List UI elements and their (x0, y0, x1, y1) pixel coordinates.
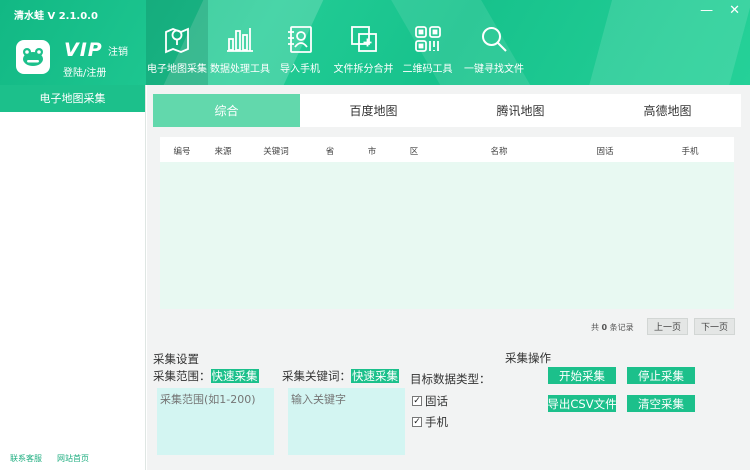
column-header[interactable]: 省 (326, 145, 335, 157)
keyword-label-row: 采集关键词：快速采集 (282, 368, 399, 384)
range-label: 采集范围： (153, 369, 211, 383)
frog-logo-icon (16, 40, 50, 74)
keyword-input[interactable] (288, 388, 405, 455)
tab-amap[interactable]: 高德地图 (594, 94, 741, 127)
sidebar-footer: 联系客服 网站首页 (10, 453, 89, 464)
operations-title: 采集操作 (505, 351, 551, 365)
checkbox-label: 固话 (425, 394, 448, 408)
tool-label: 导入手机 (280, 64, 320, 75)
main-panel: 综合 百度地图 腾讯地图 高德地图 编号 来源 关键词 省 市 区 名称 固话 … (147, 85, 750, 470)
settings-title: 采集设置 (153, 352, 199, 366)
tool-label: 一键寻找文件 (464, 64, 524, 75)
contact-card-icon (285, 0, 315, 60)
tool-find-file[interactable]: 一键寻找文件 (456, 0, 532, 85)
start-collect-button[interactable]: 开始采集 (548, 367, 616, 384)
search-icon (479, 0, 509, 60)
sidebar: 电子地图采集 联系客服 网站首页 (0, 85, 146, 470)
tab-baidu[interactable]: 百度地图 (300, 94, 447, 127)
export-csv-button[interactable]: 导出CSV文件 (547, 395, 617, 412)
app-title: 清水蛙 V 2.1.0.0 (14, 11, 98, 22)
data-type-label: 目标数据类型： (410, 372, 491, 386)
keyword-quick-collect-tag[interactable]: 快速采集 (351, 369, 399, 383)
stop-collect-button[interactable]: 停止采集 (627, 367, 695, 384)
sidebar-item-map-collect[interactable]: 电子地图采集 (0, 85, 145, 112)
checkbox-label: 手机 (425, 415, 448, 429)
column-header[interactable]: 区 (410, 145, 419, 157)
source-tabs: 综合 百度地图 腾讯地图 高德地图 (153, 94, 741, 127)
tool-qr-code[interactable]: 二维码工具 (399, 0, 456, 85)
pagination: 共 0 条记录 上一页 下一页 (587, 317, 737, 335)
next-page-button[interactable]: 下一页 (694, 318, 735, 335)
column-header[interactable]: 手机 (681, 145, 698, 157)
logout-link[interactable]: 注销 (108, 43, 128, 58)
bar-chart-icon (225, 0, 255, 60)
column-header[interactable]: 编号 (173, 145, 190, 157)
checkbox-checked-icon: ✓ (412, 417, 422, 427)
range-input[interactable] (157, 388, 274, 455)
qr-code-icon (413, 0, 443, 60)
column-header[interactable]: 关键词 (263, 145, 289, 157)
range-quick-collect-tag[interactable]: 快速采集 (210, 369, 259, 383)
type-landline-checkbox[interactable]: ✓ 固话 (412, 393, 448, 409)
column-header[interactable]: 固话 (596, 145, 613, 157)
window-controls: — ✕ (700, 3, 740, 18)
tool-label: 数据处理工具 (210, 64, 270, 75)
map-pin-icon (162, 0, 192, 60)
record-count: 共 0 条记录 (591, 323, 634, 332)
header-bar: 清水蛙 V 2.1.0.0 — ✕ VIP 注销 登陆/注册 电子地图采集 数据… (0, 0, 750, 85)
vip-badge: VIP (64, 39, 103, 61)
minimize-button[interactable]: — (700, 3, 713, 18)
range-label-row: 采集范围：快速采集 (153, 368, 259, 384)
type-mobile-checkbox[interactable]: ✓ 手机 (412, 414, 448, 430)
column-header[interactable]: 来源 (214, 145, 231, 157)
split-merge-icon (349, 0, 379, 60)
tool-import-phone[interactable]: 导入手机 (272, 0, 328, 85)
tool-data-process[interactable]: 数据处理工具 (208, 0, 272, 85)
column-header[interactable]: 市 (368, 145, 377, 157)
tool-file-split[interactable]: 文件拆分合并 (328, 0, 399, 85)
contact-support-link[interactable]: 联系客服 (10, 453, 42, 464)
main-toolbar: 电子地图采集 数据处理工具 导入手机 文件拆分合并 二维码工具 一键寻找文件 (146, 0, 532, 85)
checkbox-checked-icon: ✓ (412, 396, 422, 406)
tool-label: 电子地图采集 (147, 64, 207, 75)
website-home-link[interactable]: 网站首页 (57, 453, 89, 464)
tab-tencent[interactable]: 腾讯地图 (447, 94, 594, 127)
tool-label: 文件拆分合并 (333, 64, 394, 75)
login-register-link[interactable]: 登陆/注册 (63, 64, 106, 79)
column-header[interactable]: 名称 (490, 145, 507, 157)
results-table: 编号 来源 关键词 省 市 区 名称 固话 手机 (160, 137, 734, 309)
keyword-label: 采集关键词： (282, 369, 351, 383)
prev-page-button[interactable]: 上一页 (647, 318, 688, 335)
close-button[interactable]: ✕ (729, 3, 740, 18)
tool-label: 二维码工具 (402, 64, 453, 75)
tab-all[interactable]: 综合 (153, 94, 300, 127)
tool-map-collect[interactable]: 电子地图采集 (146, 0, 208, 85)
table-header: 编号 来源 关键词 省 市 区 名称 固话 手机 (160, 137, 734, 162)
clear-collect-button[interactable]: 清空采集 (627, 395, 695, 412)
